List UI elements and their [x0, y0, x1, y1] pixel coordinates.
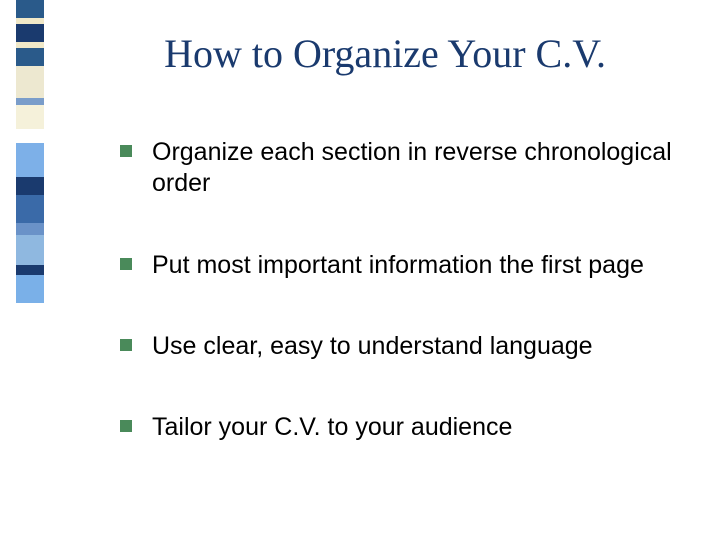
- bullet-square-icon: [120, 339, 132, 351]
- slide-title: How to Organize Your C.V.: [70, 30, 700, 77]
- sidebar-block: [16, 129, 44, 143]
- bullet-text: Organize each section in reverse chronol…: [152, 137, 700, 200]
- sidebar-block: [16, 235, 44, 265]
- sidebar-block: [16, 24, 44, 42]
- sidebar-block: [16, 303, 44, 540]
- sidebar-block: [16, 66, 44, 98]
- bullet-text: Put most important information the first…: [152, 250, 644, 281]
- slide-content: How to Organize Your C.V. Organize each …: [70, 30, 700, 493]
- sidebar-block: [16, 48, 44, 66]
- bullet-item: Organize each section in reverse chronol…: [120, 137, 700, 200]
- sidebar-block: [16, 177, 44, 195]
- decorative-sidebar: [16, 0, 44, 540]
- bullet-square-icon: [120, 145, 132, 157]
- sidebar-block: [16, 105, 44, 129]
- bullet-item: Use clear, easy to understand language: [120, 331, 700, 362]
- bullet-item: Tailor your C.V. to your audience: [120, 412, 700, 443]
- sidebar-block: [16, 195, 44, 223]
- sidebar-block: [16, 265, 44, 275]
- bullet-square-icon: [120, 258, 132, 270]
- bullet-item: Put most important information the first…: [120, 250, 700, 281]
- bullet-list: Organize each section in reverse chronol…: [70, 137, 700, 443]
- bullet-square-icon: [120, 420, 132, 432]
- sidebar-block: [16, 0, 44, 18]
- sidebar-block: [16, 98, 44, 105]
- bullet-text: Tailor your C.V. to your audience: [152, 412, 512, 443]
- sidebar-block: [16, 223, 44, 235]
- bullet-text: Use clear, easy to understand language: [152, 331, 593, 362]
- sidebar-block: [16, 275, 44, 303]
- sidebar-block: [16, 143, 44, 177]
